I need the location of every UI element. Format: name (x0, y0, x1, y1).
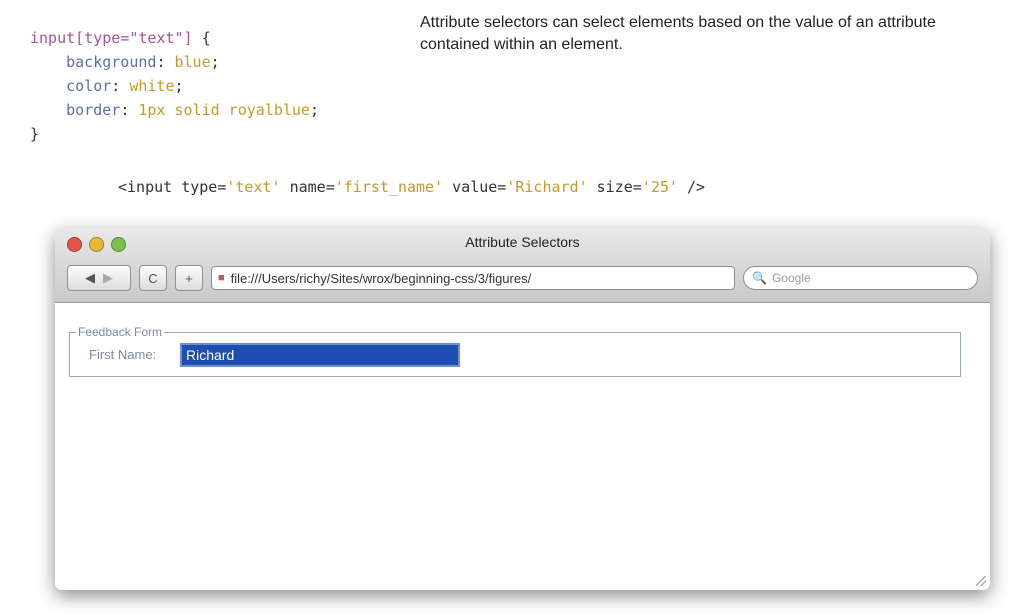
css-semicolon: ; (309, 101, 319, 119)
css-value: white (129, 77, 175, 95)
window-title: Attribute Selectors (465, 234, 580, 250)
html-attr-name-value: 'first_name' (334, 178, 444, 196)
css-code-block: input[type="text"] { background: blue; c… (30, 26, 319, 146)
search-icon: 🔍 (752, 271, 767, 285)
file-icon: ■ (218, 272, 225, 284)
css-property: border (66, 101, 121, 119)
address-bar[interactable]: ■ file:///Users/richy/Sites/wrox/beginni… (211, 266, 735, 290)
back-forward-buttons: ◀ ▶ (67, 265, 131, 291)
browser-toolbar: ◀ ▶ C + ■ file:///Users/richy/Sites/wrox… (67, 264, 978, 292)
add-bookmark-button[interactable]: + (175, 265, 203, 291)
css-selector: input[type="text"] (30, 29, 193, 47)
css-open-brace: { (192, 29, 211, 47)
first-name-input[interactable]: Richard (180, 343, 460, 367)
plus-icon: + (185, 270, 193, 286)
css-semicolon: ; (174, 77, 184, 95)
css-colon: : (111, 77, 130, 95)
css-colon: : (156, 53, 175, 71)
html-tag-open: <input (118, 178, 182, 196)
reload-button[interactable]: C (139, 265, 167, 291)
browser-window: Attribute Selectors ◀ ▶ C + ■ file:///Us… (55, 228, 990, 590)
html-tag-close: /> (677, 178, 706, 196)
search-placeholder: Google (771, 271, 811, 285)
back-arrow-icon[interactable]: ◀ (85, 270, 95, 286)
css-close-brace: } (30, 125, 40, 143)
css-value: 1px solid royalblue (138, 101, 310, 119)
css-colon: : (120, 101, 139, 119)
css-property: background (66, 53, 157, 71)
html-attr-name: name= (280, 178, 335, 196)
html-attr-type: type= (181, 178, 227, 196)
html-attr-type-value: 'text' (226, 178, 281, 196)
page-content: Feedback Form First Name: Richard (55, 303, 990, 590)
html-attr-value: value= (443, 178, 507, 196)
resize-handle[interactable] (976, 576, 986, 586)
search-field[interactable]: 🔍 Google (743, 266, 978, 290)
caption-text: Attribute selectors can select elements … (420, 14, 936, 53)
css-value: blue (174, 53, 211, 71)
form-legend: Feedback Form (78, 325, 163, 339)
first-name-label: First Name: (89, 347, 157, 362)
html-code-line: <input type='text' name='first_name' val… (118, 178, 705, 196)
html-attr-size: size= (587, 178, 642, 196)
css-property: color (66, 77, 112, 95)
html-attr-value-value: 'Richard' (506, 178, 588, 196)
window-titlebar: Attribute Selectors ◀ ▶ C + ■ file:///Us… (55, 228, 990, 303)
html-attr-size-value: '25' (641, 178, 678, 196)
address-url: file:///Users/richy/Sites/wrox/beginning… (230, 270, 532, 286)
forward-arrow-icon[interactable]: ▶ (103, 270, 113, 286)
css-semicolon: ; (210, 53, 220, 71)
reload-icon: C (148, 270, 158, 286)
